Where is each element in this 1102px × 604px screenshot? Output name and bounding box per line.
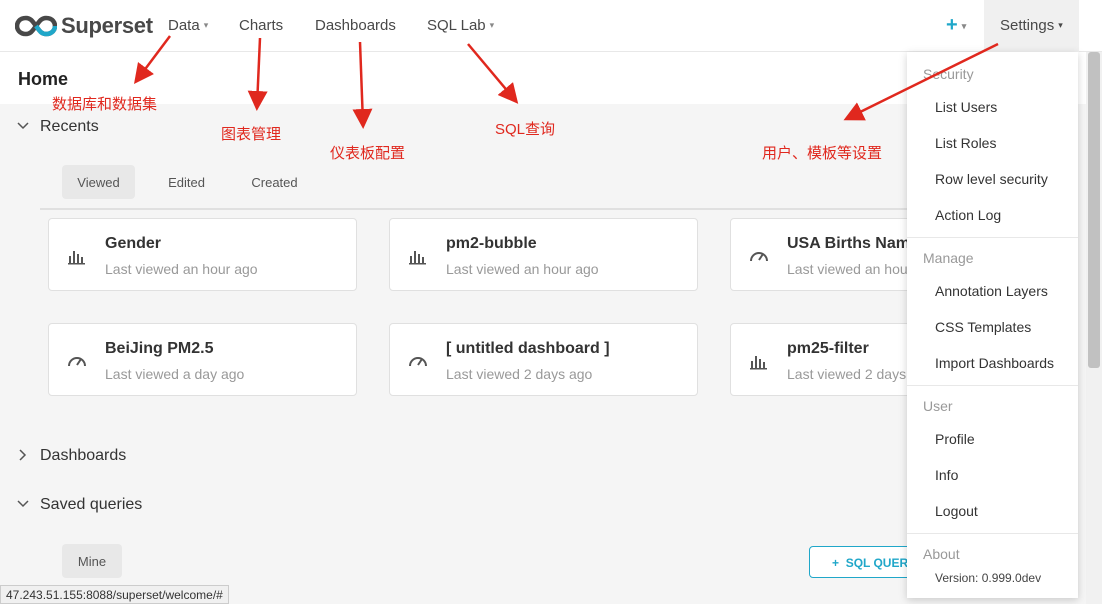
recent-card[interactable]: pm2-bubble Last viewed an hour ago	[389, 218, 698, 291]
menu-item-annotation-layers[interactable]: Annotation Layers	[935, 283, 1048, 299]
chevron-down-icon: ▾	[961, 21, 967, 31]
dashboard-gauge-icon	[67, 352, 87, 370]
settings-label: Settings	[1000, 17, 1055, 34]
superset-logo[interactable]: Superset	[15, 12, 153, 40]
menu-group-security: Security	[923, 66, 974, 82]
menu-divider	[907, 237, 1078, 238]
menu-group-manage: Manage	[923, 250, 974, 266]
card-title: pm2-bubble	[446, 235, 537, 252]
bar-chart-icon	[67, 247, 87, 265]
menu-item-import-dashboards[interactable]: Import Dashboards	[935, 355, 1054, 371]
tabs-divider	[40, 208, 910, 210]
card-subtitle: Last viewed a day ago	[105, 366, 245, 382]
new-sql-query-button[interactable]: + SQL QUERY	[809, 546, 919, 578]
nav-data-label: Data	[168, 17, 200, 34]
tab-mine[interactable]: Mine	[62, 544, 122, 578]
version-text: Version: 0.999.0dev	[935, 571, 1042, 585]
superset-logo-icon	[15, 15, 57, 37]
tab-created[interactable]: Created	[238, 165, 311, 199]
dashboards-section-toggle[interactable]: Dashboards	[16, 447, 126, 465]
annotation-charts: 图表管理	[221, 126, 282, 143]
menu-group-user: User	[923, 398, 953, 414]
card-title: [ untitled dashboard ]	[446, 340, 610, 357]
card-title: Gender	[105, 235, 162, 252]
menu-divider	[907, 533, 1078, 534]
card-subtitle: Last viewed an hour ago	[105, 261, 258, 277]
nav-sql-lab-label: SQL Lab	[427, 17, 486, 34]
chevron-down-icon	[16, 499, 30, 511]
chevron-down-icon: ▾	[1058, 20, 1063, 30]
dashboard-gauge-icon	[749, 247, 769, 265]
tab-viewed[interactable]: Viewed	[62, 165, 135, 199]
chevron-right-icon	[16, 448, 30, 464]
nav-sql-lab-menu[interactable]: SQL Lab ▾	[427, 17, 494, 34]
scrollbar-thumb[interactable]	[1088, 52, 1100, 368]
settings-menu-button[interactable]: Settings ▾	[984, 0, 1079, 52]
card-title: pm25-filter	[787, 340, 869, 357]
nav-charts[interactable]: Charts	[239, 17, 283, 34]
top-navbar: Superset Data ▾ Charts Dashboards SQL Lab…	[0, 0, 1102, 52]
menu-item-info[interactable]: Info	[935, 467, 958, 483]
menu-item-css-templates[interactable]: CSS Templates	[935, 319, 1031, 335]
chevron-down-icon: ▾	[203, 20, 209, 30]
menu-divider	[907, 385, 1078, 386]
menu-item-action-log[interactable]: Action Log	[935, 207, 1001, 223]
sql-query-label: SQL QUERY	[845, 556, 916, 570]
menu-item-row-level-security[interactable]: Row level security	[935, 171, 1048, 187]
bar-chart-icon	[408, 247, 428, 265]
menu-item-profile[interactable]: Profile	[935, 431, 975, 447]
saved-queries-title: Saved queries	[40, 496, 143, 513]
tab-edited[interactable]: Edited	[150, 165, 223, 199]
chevron-down-icon: ▾	[489, 20, 495, 30]
recent-card[interactable]: [ untitled dashboard ] Last viewed 2 day…	[389, 323, 698, 396]
dashboard-gauge-icon	[408, 352, 428, 370]
annotation-data: 数据库和数据集	[52, 96, 158, 113]
card-subtitle: Last viewed 2 days ago	[446, 366, 593, 382]
bar-chart-icon	[749, 352, 769, 370]
card-subtitle: Last viewed an hour ago	[446, 261, 599, 277]
plus-icon: +	[946, 14, 958, 36]
nav-data-menu[interactable]: Data ▾	[168, 17, 208, 34]
menu-group-about: About	[923, 546, 960, 562]
menu-item-list-users[interactable]: List Users	[935, 99, 997, 115]
page-title: Home	[18, 69, 69, 89]
annotation-sql-lab: SQL查询	[495, 121, 556, 138]
annotation-dashboards: 仪表板配置	[330, 145, 406, 162]
status-bar-url: 47.243.51.155:8088/superset/welcome/#	[0, 585, 229, 604]
settings-dropdown-menu: Security List Users List Roles Row level…	[907, 52, 1078, 598]
nav-charts-label: Charts	[239, 17, 284, 34]
new-item-button[interactable]: + ▾	[946, 14, 966, 37]
chevron-down-icon	[16, 121, 30, 133]
annotation-settings: 用户、模板等设置	[762, 145, 883, 162]
menu-item-logout[interactable]: Logout	[935, 503, 978, 519]
brand-name: Superset	[61, 13, 153, 38]
menu-item-list-roles[interactable]: List Roles	[935, 135, 996, 151]
recents-section-toggle[interactable]: Recents	[16, 118, 99, 136]
saved-queries-section-toggle[interactable]: Saved queries	[16, 496, 142, 514]
dashboards-section-title: Dashboards	[40, 447, 127, 464]
card-title: BeiJing PM2.5	[105, 340, 214, 357]
recents-title: Recents	[40, 118, 99, 135]
recent-card[interactable]: BeiJing PM2.5 Last viewed a day ago	[48, 323, 357, 396]
nav-dashboards-label: Dashboards	[315, 17, 396, 34]
nav-dashboards[interactable]: Dashboards	[315, 17, 396, 34]
recent-card[interactable]: Gender Last viewed an hour ago	[48, 218, 357, 291]
plus-icon: +	[832, 556, 840, 570]
